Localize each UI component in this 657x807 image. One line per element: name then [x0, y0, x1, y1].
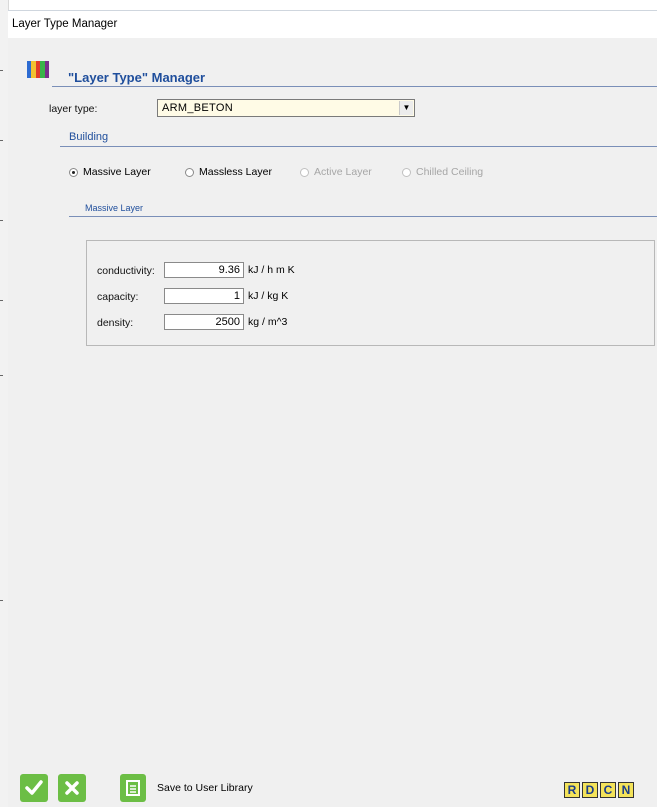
radio-label: Massive Layer — [83, 166, 151, 178]
layer-type-value: ARM_BETON — [162, 102, 233, 114]
capacity-field[interactable]: 1 — [164, 288, 244, 304]
radio-label: Chilled Ceiling — [416, 166, 484, 178]
radio-chilled-ceiling: Chilled Ceiling — [402, 166, 483, 178]
edge-tick — [0, 375, 3, 376]
save-to-library-button[interactable] — [120, 774, 146, 802]
subsection-title: Massive Layer — [85, 203, 144, 213]
capacity-unit: kJ / kg K — [248, 290, 289, 302]
subsection-divider — [69, 216, 657, 217]
section-divider — [60, 146, 657, 147]
document-icon — [126, 780, 140, 796]
chevron-down-icon[interactable]: ▼ — [399, 101, 413, 115]
n-button[interactable]: N — [618, 782, 634, 798]
window-title: Layer Type Manager — [12, 18, 118, 30]
cancel-button[interactable] — [58, 774, 86, 802]
section-title-building: Building — [69, 131, 109, 143]
edge-tick — [0, 220, 3, 221]
capacity-label: capacity: — [97, 291, 139, 303]
radio-label: Active Layer — [314, 166, 372, 178]
check-icon — [25, 780, 43, 795]
app-logo-icon — [27, 61, 50, 78]
radio-dot[interactable] — [185, 167, 194, 177]
page-title: "Layer Type" Manager — [68, 70, 206, 85]
radio-dot — [402, 167, 411, 177]
edge-tick — [0, 70, 3, 71]
content-panel — [8, 38, 657, 807]
ok-button[interactable] — [20, 774, 48, 802]
c-button[interactable]: C — [600, 782, 616, 798]
d-button[interactable]: D — [582, 782, 598, 798]
conductivity-label: conductivity: — [97, 265, 155, 277]
close-icon — [65, 781, 79, 795]
radio-massless-layer[interactable]: Massless Layer — [185, 166, 272, 178]
layer-type-label: layer type: — [49, 103, 98, 115]
radio-label: Massless Layer — [199, 166, 272, 178]
radio-dot[interactable] — [69, 167, 78, 177]
radio-massive-layer[interactable]: Massive Layer — [69, 166, 151, 178]
radio-active-layer: Active Layer — [300, 166, 372, 178]
save-label[interactable]: Save to User Library — [157, 782, 253, 794]
conductivity-unit: kJ / h m K — [248, 264, 295, 276]
conductivity-field[interactable]: 9.36 — [164, 262, 244, 278]
rdcn-toolbar: R D C N — [562, 782, 634, 798]
density-label: density: — [97, 317, 134, 329]
density-unit: kg / m^3 — [248, 316, 288, 328]
edge-tick — [0, 300, 3, 301]
layer-type-select[interactable]: ARM_BETON ▼ — [157, 99, 415, 117]
edge-tick — [0, 600, 3, 601]
density-field[interactable]: 2500 — [164, 314, 244, 330]
edge-tick — [0, 140, 3, 141]
radio-dot — [300, 167, 309, 177]
r-button[interactable]: R — [564, 782, 580, 798]
heading-divider — [52, 86, 657, 87]
